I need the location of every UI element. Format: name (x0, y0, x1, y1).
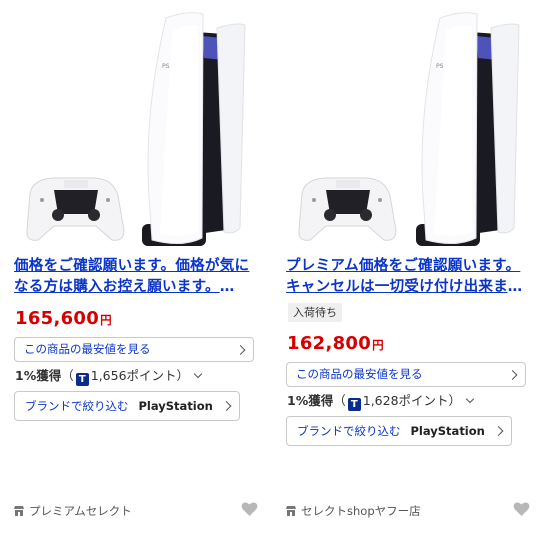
store-name: プレミアムセレクト (29, 504, 132, 518)
product-title-link[interactable]: 価格をご確認願います。価格が気になる方は購入お控え願います。PlayStatio… (14, 256, 260, 298)
chevron-down-icon (193, 369, 203, 379)
price-value: 165,600 (15, 308, 100, 329)
points-info[interactable]: 1%獲得（ T 1,656ポイント） (15, 368, 203, 386)
points-info[interactable]: 1%獲得（ T 1,628ポイント） (287, 393, 475, 411)
status-badge: 入荷待ち (288, 303, 342, 322)
t-point-icon: T (347, 398, 361, 411)
chevron-right-icon (235, 344, 246, 355)
points-rate: 1%獲得 (15, 368, 62, 383)
price-unit: 円 (100, 313, 112, 327)
lowest-price-button[interactable]: この商品の最安値を見る (14, 337, 254, 362)
product-image[interactable]: PS (284, 0, 530, 252)
points-paren-open: （ (61, 368, 74, 383)
price-value: 162,800 (287, 333, 372, 354)
store-link[interactable]: セレクトshopヤフー店 (285, 503, 421, 519)
heart-icon[interactable] (513, 501, 530, 517)
store-name: セレクトshopヤフー店 (301, 504, 421, 518)
product-image[interactable]: PS (12, 0, 258, 252)
heart-icon[interactable] (241, 501, 258, 517)
t-point-icon: T (75, 373, 89, 386)
chevron-right-icon (493, 426, 504, 436)
brand-filter-label: ブランドで絞り込む (25, 399, 129, 413)
store-icon (286, 506, 296, 516)
brand-filter-button[interactable]: ブランドで絞り込む PlayStation (286, 416, 512, 446)
chevron-right-icon (507, 369, 518, 380)
brand-name: PlayStation (138, 399, 213, 413)
lowest-price-label: この商品の最安値を見る (296, 367, 423, 381)
brand-name: PlayStation (410, 424, 485, 438)
points-paren-open: （ (333, 393, 346, 408)
svg-text:PS: PS (162, 63, 170, 70)
product-title-link[interactable]: プレミアム価格をご確認願います。キャンセルは一切受け付け出来ません。PlaySt… (286, 256, 532, 298)
product-price: 165,600円 (15, 308, 112, 329)
lowest-price-label: この商品の最安値を見る (24, 342, 151, 356)
lowest-price-button[interactable]: この商品の最安値を見る (286, 362, 526, 387)
price-unit: 円 (372, 338, 384, 352)
points-rate: 1%獲得 (287, 393, 334, 408)
chevron-right-icon (221, 401, 232, 411)
product-price: 162,800円 (287, 333, 384, 354)
brand-filter-label: ブランドで絞り込む (297, 424, 401, 438)
chevron-down-icon (465, 394, 475, 404)
store-icon (14, 506, 24, 516)
points-value: 1,628ポイント） (362, 393, 462, 408)
product-card: PS プレミアム価格をご確認願います。キャンセルは一切受け付け出来ません。Pla… (284, 0, 534, 538)
store-link[interactable]: プレミアムセレクト (13, 503, 132, 519)
svg-text:PS: PS (436, 63, 444, 70)
points-value: 1,656ポイント） (90, 368, 190, 383)
brand-filter-button[interactable]: ブランドで絞り込む PlayStation (14, 391, 240, 421)
product-card: PS 価格をご確認願います。価格が気になる方は購入お控え願います。PlaySta… (12, 0, 262, 538)
